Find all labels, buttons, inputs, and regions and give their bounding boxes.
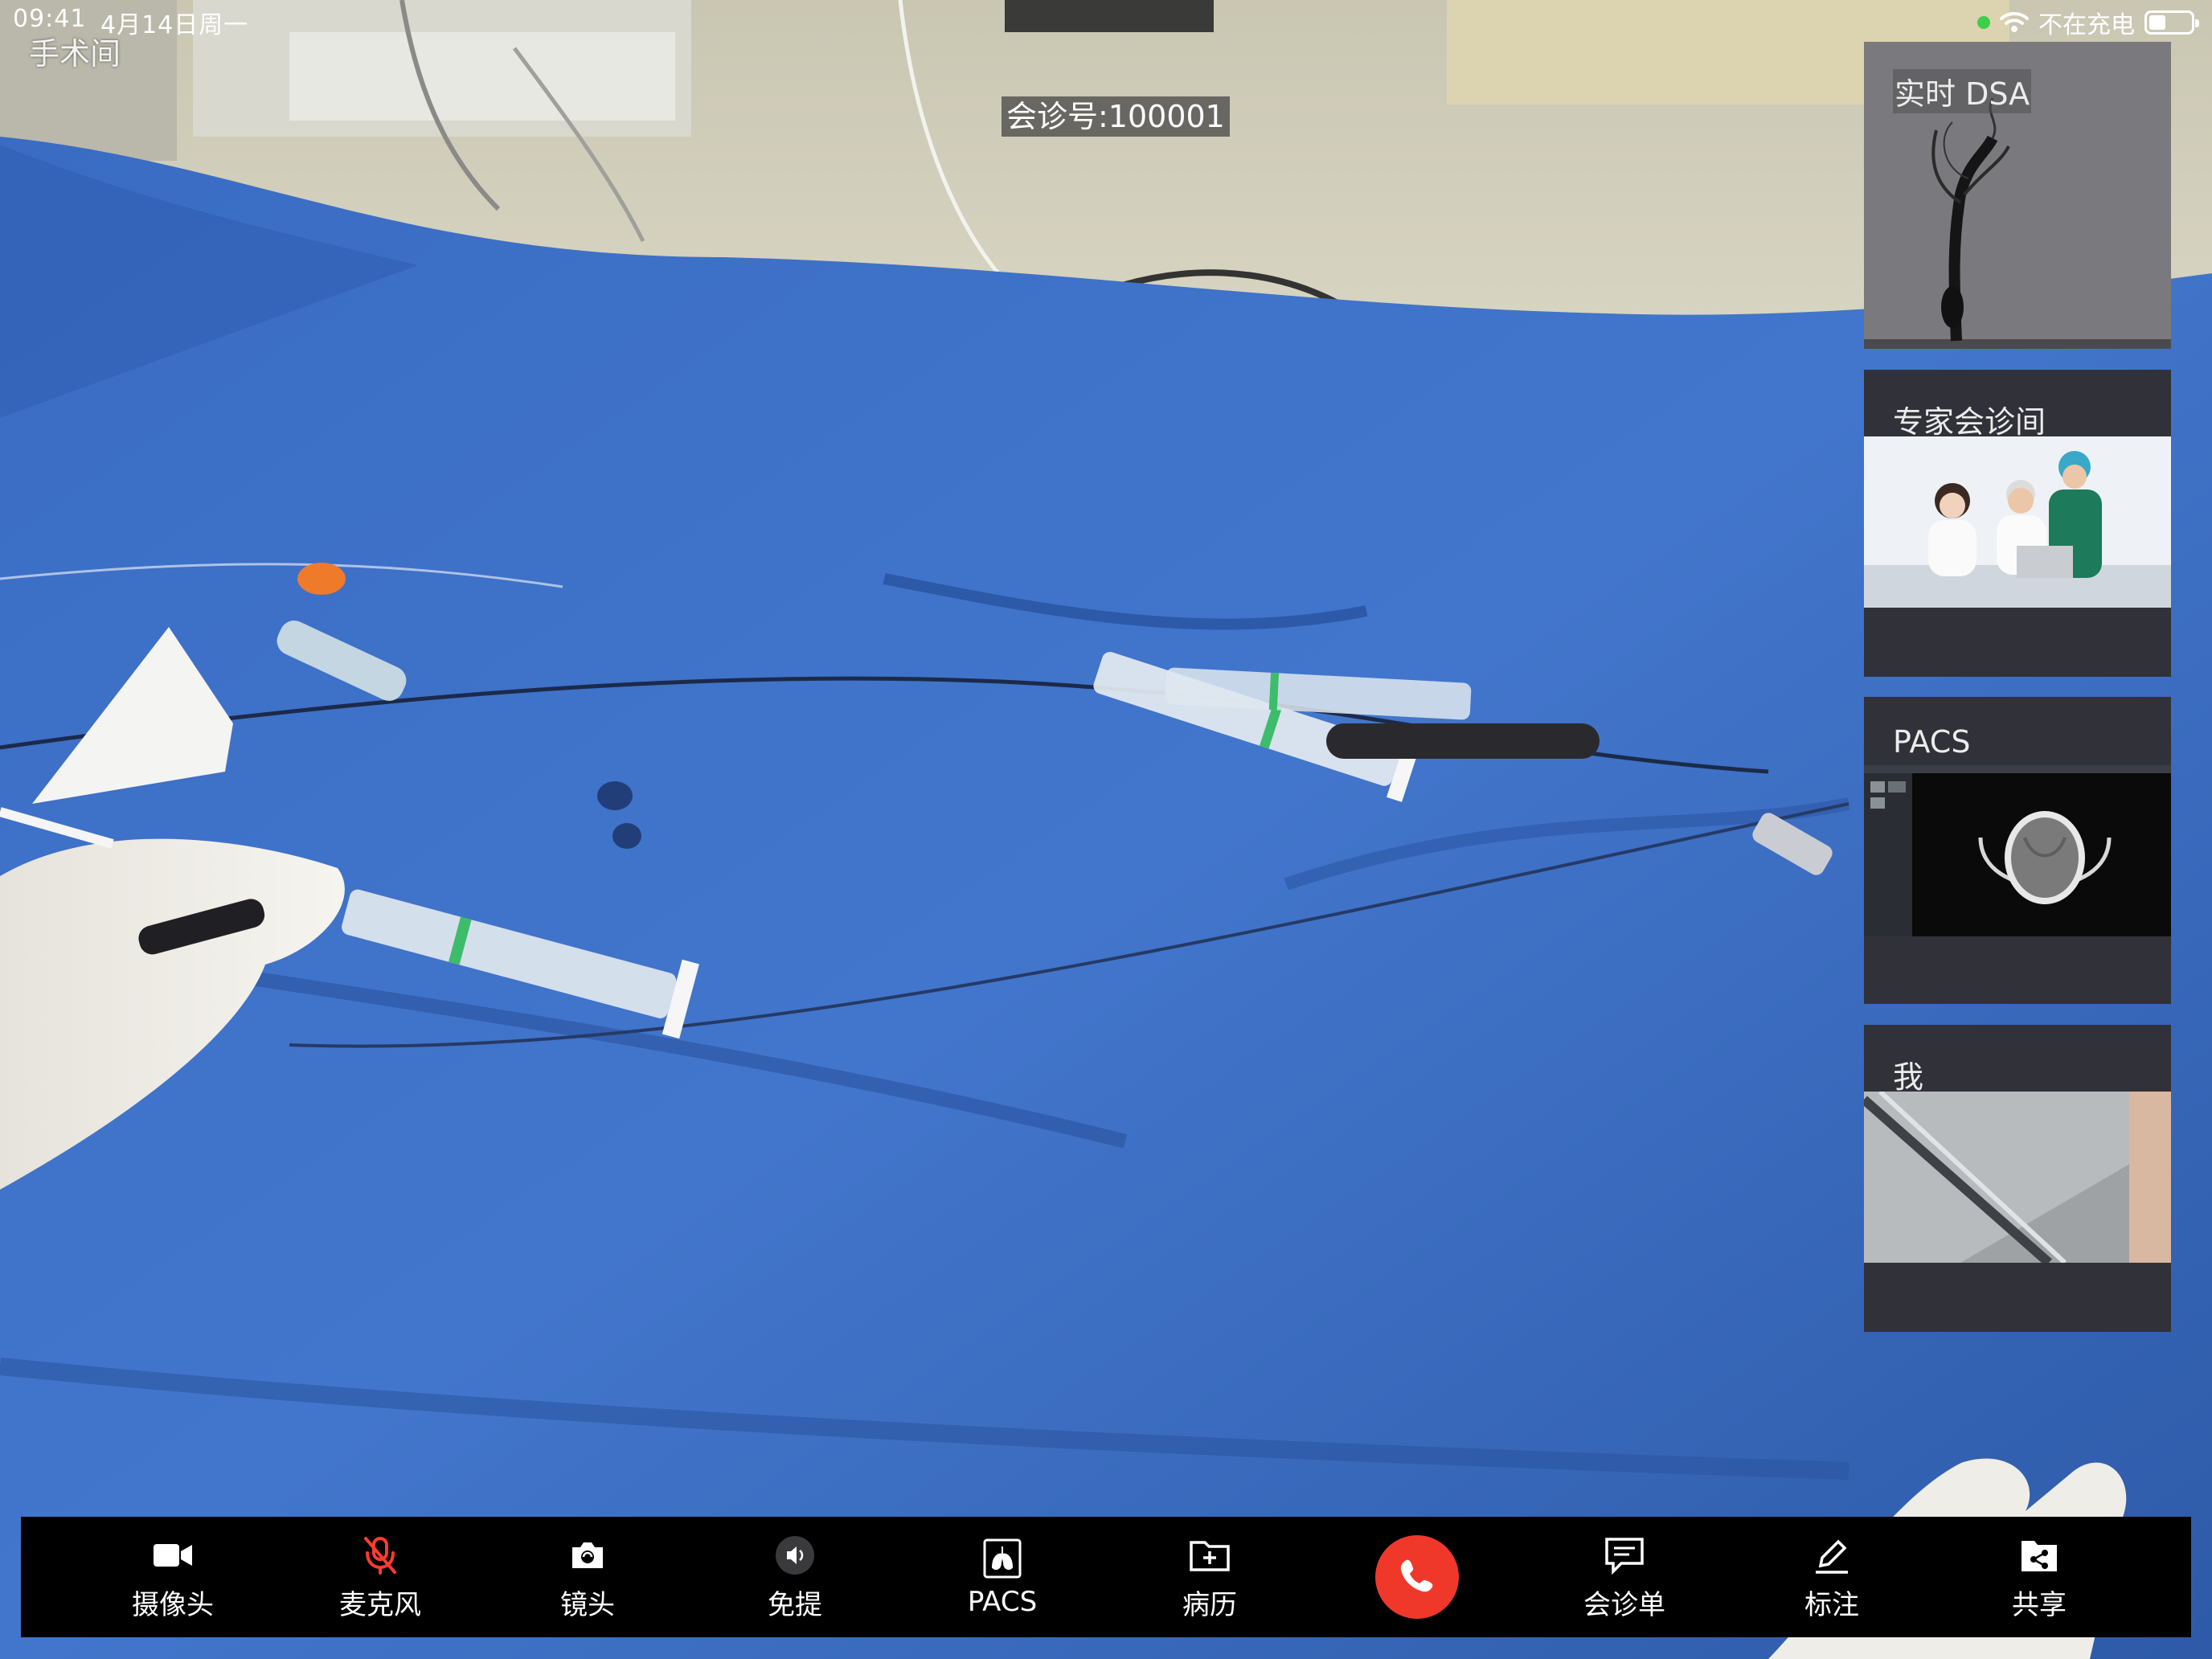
speaker-button[interactable]: 免提 bbox=[715, 1525, 875, 1629]
consult-form-button[interactable]: 会诊单 bbox=[1544, 1525, 1705, 1629]
annotate-button[interactable]: 标注 bbox=[1751, 1525, 1912, 1629]
camera-switch-icon bbox=[565, 1533, 610, 1578]
panel-title: 我 bbox=[1893, 1059, 1924, 1095]
self-camera-video bbox=[1864, 1092, 2171, 1263]
status-indicators: 不在充电 bbox=[1977, 5, 2199, 40]
lens-label: 镜头 bbox=[560, 1588, 615, 1621]
panel-pacs[interactable]: PACS bbox=[1864, 697, 2171, 1004]
panel-title: 实时 DSA bbox=[1893, 69, 2032, 113]
lens-button[interactable]: 镜头 bbox=[507, 1525, 668, 1629]
status-date: 4月14日周一 bbox=[100, 11, 249, 39]
hangup-circle bbox=[1375, 1535, 1459, 1619]
wifi-icon bbox=[2000, 11, 2029, 34]
pacs-label: PACS bbox=[967, 1586, 1038, 1618]
battery-icon bbox=[2144, 10, 2199, 35]
panel-title: PACS bbox=[1893, 724, 1971, 760]
bottom-toolbar: 摄像头 麦克风 镜头 免提 PACS 病历 会诊单 标注 共享 bbox=[21, 1517, 2191, 1637]
panel-self[interactable]: 我 bbox=[1864, 1025, 2171, 1332]
panel-dsa[interactable]: 实时 DSA bbox=[1864, 42, 2171, 349]
hangup-button[interactable] bbox=[1337, 1525, 1497, 1629]
lungs-icon bbox=[980, 1536, 1025, 1581]
phone-icon bbox=[1397, 1555, 1437, 1599]
records-button[interactable]: 病历 bbox=[1129, 1525, 1290, 1629]
video-camera-icon bbox=[150, 1533, 195, 1578]
status-bar: 09:41 4月14日周一 不在充电 bbox=[0, 0, 2212, 40]
share-label: 共享 bbox=[2012, 1588, 2067, 1621]
consult-form-label: 会诊单 bbox=[1583, 1588, 1665, 1621]
camera-button[interactable]: 摄像头 bbox=[92, 1525, 253, 1629]
panel-title: 专家会诊间 bbox=[1893, 404, 2046, 440]
pencil-icon bbox=[1809, 1533, 1854, 1578]
speaker-label: 免提 bbox=[768, 1588, 822, 1621]
pacs-ct-viewer bbox=[1864, 765, 2171, 936]
microphone-label: 麦克风 bbox=[339, 1588, 421, 1621]
expert-doctors-video bbox=[1864, 436, 2171, 608]
mic-off-icon bbox=[358, 1533, 403, 1578]
share-button[interactable]: 共享 bbox=[1959, 1525, 2120, 1629]
room-label: 手术间 bbox=[29, 36, 121, 72]
chat-icon bbox=[1602, 1533, 1647, 1578]
active-indicator-dot bbox=[1977, 16, 1990, 29]
speaker-icon bbox=[772, 1533, 817, 1578]
microphone-button[interactable]: 麦克风 bbox=[300, 1525, 461, 1629]
panel-expert-room[interactable]: 专家会诊间 bbox=[1864, 370, 2171, 677]
camera-label: 摄像头 bbox=[132, 1588, 214, 1621]
annotate-label: 标注 bbox=[1804, 1588, 1859, 1621]
pacs-button[interactable]: PACS bbox=[922, 1525, 1083, 1629]
share-folder-icon bbox=[2017, 1533, 2062, 1578]
consult-id-badge: 会诊号:100001 bbox=[1002, 96, 1230, 137]
folder-add-icon bbox=[1187, 1533, 1232, 1578]
charging-status-text: 不在充电 bbox=[2038, 11, 2135, 39]
records-label: 病历 bbox=[1182, 1588, 1237, 1621]
